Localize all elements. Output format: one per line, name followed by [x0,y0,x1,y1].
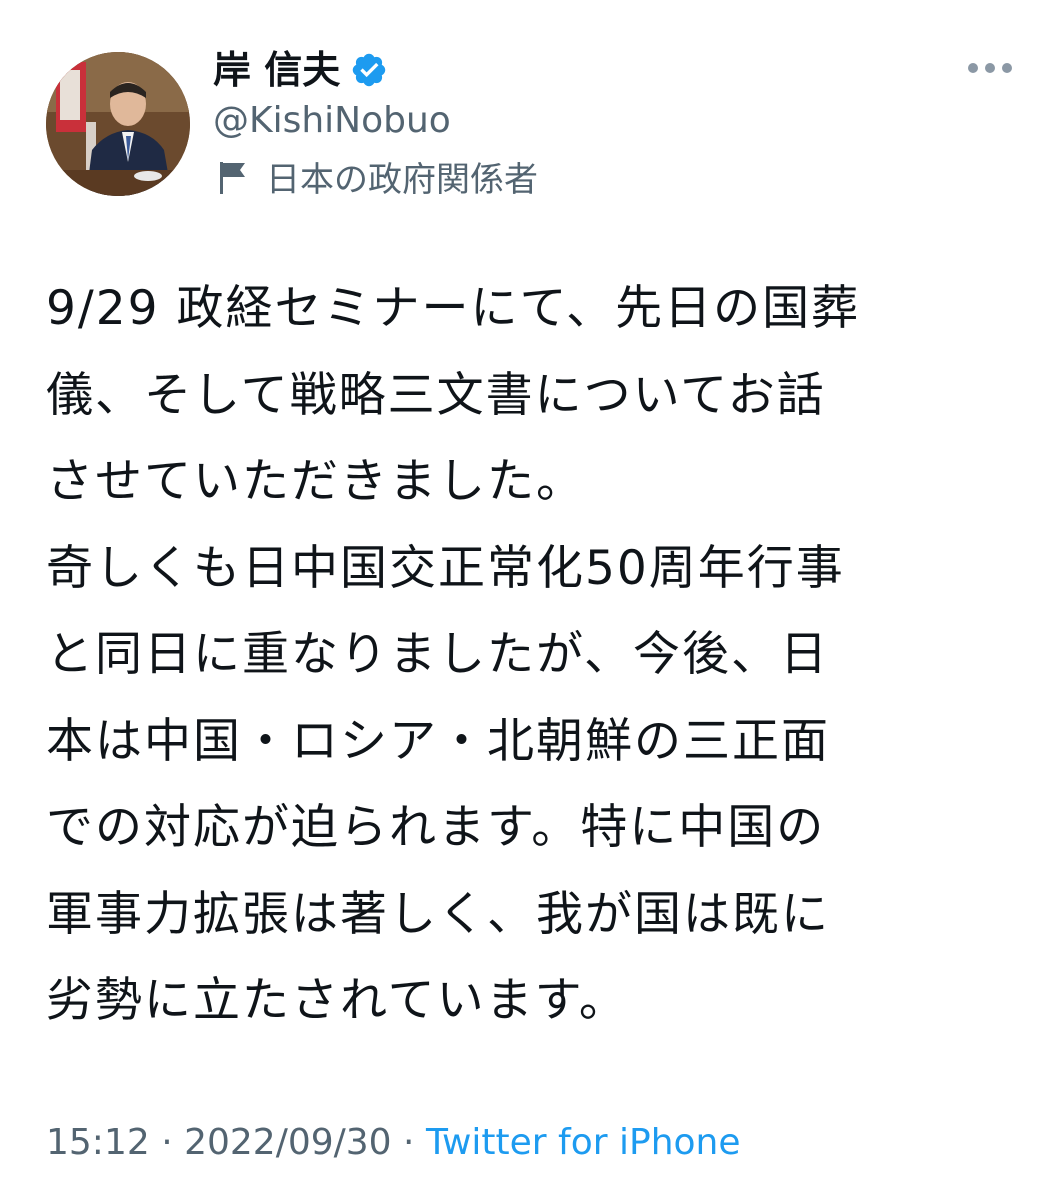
more-options-button[interactable] [962,54,1018,84]
tweet-text-line: 劣勢に立たされています。 [46,973,628,1028]
tweet-source-link[interactable]: Twitter for iPhone [426,1122,741,1163]
tweet-text: 9/29 政経セミナーにて、先日の国葬 儀、そして戦略三文書についてお話 させて… [46,266,1026,1045]
avatar[interactable] [46,52,190,196]
display-name-row: 岸 信夫 [213,46,388,94]
affiliation-label: 日本の政府関係者 [218,158,538,202]
tweet-text-line: と同日に重なりましたが、今後、日 [46,627,830,682]
tweet-date[interactable]: 2022/09/30 [184,1122,392,1163]
tweet-text-line: 奇しくも日中国交正常化50周年行事 [46,540,845,596]
verified-badge-icon [350,51,388,89]
tweet-text-line: 本は中国・ロシア・北朝鮮の三正面 [46,713,830,769]
tweet-meta: 15:12 · 2022/09/30 · Twitter for iPhone [46,1118,741,1168]
tweet-text-line: 9/29 政経セミナーにて、先日の国葬 [46,281,861,336]
meta-separator: · [391,1122,426,1163]
display-name[interactable]: 岸 信夫 [213,46,340,94]
flag-icon [218,161,248,199]
tweet-time[interactable]: 15:12 [46,1122,150,1163]
handle[interactable]: @KishiNobuo [213,98,451,144]
tweet-text-line: 軍事力拡張は著しく、我が国は既に [46,886,830,942]
more-options-icon [965,60,1015,79]
label-text: 日本の政府関係者 [266,160,538,200]
tweet-text-line: 儀、そして戦略三文書についてお話 [46,367,826,423]
meta-separator: · [149,1122,185,1163]
tweet-text-line: させていただきました。 [46,454,585,509]
tweet-text-line: での対応が迫られます。特に中国の [46,800,826,855]
